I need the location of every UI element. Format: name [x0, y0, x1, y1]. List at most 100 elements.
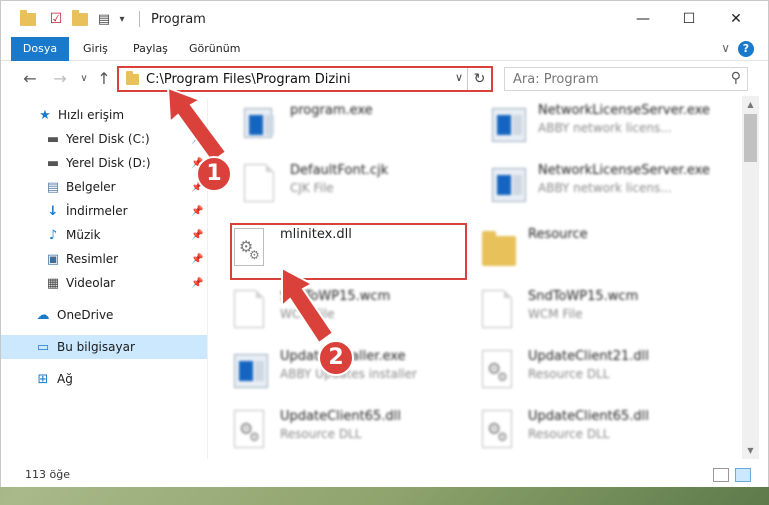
search-icon[interactable]: ⚲ [731, 70, 741, 86]
address-dropdown-icon[interactable]: ∨ [455, 71, 463, 84]
list-item[interactable]: ⚙ ⚙ UpdateClient21.dll Resource DLL [456, 344, 696, 400]
navigation-pane: ★ Hızlı erişim ▬ Yerel Disk (C:) 📌 ▬ Yer… [1, 99, 207, 459]
sidebar-item-videos[interactable]: ▦ Videolar 📌 [1, 271, 207, 295]
back-button[interactable]: ← [19, 68, 41, 90]
address-folder-icon [126, 71, 139, 85]
sidebar-item-pictures[interactable]: ▣ Resimler 📌 [1, 247, 207, 271]
sidebar-item-label: Bu bilgisayar [57, 340, 135, 354]
details-view-icon[interactable] [713, 468, 729, 482]
forward-button[interactable]: → [49, 68, 71, 90]
recent-locations-button[interactable]: ∨ [73, 68, 95, 90]
cloud-icon: ☁ [36, 307, 50, 323]
videos-icon: ▦ [46, 275, 60, 291]
dll-gear-icon: ⚙ ⚙ [234, 410, 268, 452]
scrollbar-thumb[interactable] [744, 114, 757, 162]
sidebar-item-onedrive[interactable]: ☁ OneDrive [1, 303, 207, 327]
window-title: Program [151, 12, 206, 27]
tab-file[interactable]: Dosya [11, 37, 69, 61]
tab-view[interactable]: Görünüm [177, 37, 252, 61]
file-desc: Resource DLL [528, 427, 610, 441]
sidebar-item-label: Yerel Disk (C:) [66, 132, 150, 146]
sidebar-item-label: Yerel Disk (D:) [66, 156, 151, 170]
pin-icon[interactable]: 📌 [191, 254, 203, 265]
sidebar-item-music[interactable]: ♪ Müzik 📌 [1, 223, 207, 247]
sidebar-item-this-pc[interactable]: ▭ Bu bilgisayar [1, 335, 207, 359]
sidebar-item-documents[interactable]: ▤ Belgeler 📌 [1, 175, 207, 199]
highlight-box [230, 223, 467, 280]
list-item[interactable]: ⚙ ⚙ UpdateClient65.dll Resource DLL [456, 404, 696, 459]
customize-qat-icon[interactable]: ▤ [95, 10, 113, 28]
list-item[interactable]: ⚙ ⚙ UpdateClient65.dll Resource DLL [208, 404, 448, 459]
pin-icon[interactable]: 📌 [191, 230, 203, 241]
file-name: UpdateClient65.dll [528, 409, 649, 424]
maximize-button[interactable]: ☐ [666, 1, 712, 37]
list-item[interactable]: Resource [456, 222, 696, 278]
file-name: SndToWP15.wcm [280, 289, 391, 304]
list-item[interactable]: NetworkLicenseServer.exe ABBY network li… [466, 158, 710, 214]
step-1-badge: 1 [196, 156, 232, 192]
file-name: program.exe [290, 103, 373, 118]
document-icon [244, 164, 278, 206]
file-name: UpdateClient21.dll [528, 349, 649, 364]
documents-icon: ▤ [46, 179, 60, 195]
help-button[interactable]: ? [738, 41, 754, 57]
list-item[interactable]: NetworkLicenseServer.exe ABBY network li… [466, 98, 710, 154]
sidebar-item-label: Müzik [66, 228, 101, 242]
list-item[interactable]: DefaultFont.cjk CJK File [218, 158, 458, 214]
address-path[interactable]: C:\Program Files\Program Dizini [146, 72, 351, 87]
qat-dropdown-icon[interactable]: ▾ [113, 10, 131, 28]
file-name: SndToWP15.wcm [528, 289, 639, 304]
list-item[interactable]: SndToWP15.wcm WCM File [208, 284, 448, 340]
sidebar-item-label: Ağ [57, 372, 73, 386]
file-desc: WCM File [528, 307, 583, 321]
file-desc: Resource DLL [528, 367, 610, 381]
address-bar[interactable]: C:\Program Files\Program Dizini ∨ ↻ [117, 66, 493, 92]
pin-icon[interactable]: 📌 [191, 278, 203, 289]
sidebar-item-network[interactable]: ⊞ Ağ [1, 367, 207, 391]
large-icons-view-icon[interactable] [735, 468, 751, 482]
app-icon [492, 164, 526, 206]
file-name: UpdateClient65.dll [280, 409, 401, 424]
sidebar-item-label: Hızlı erişim [58, 108, 125, 122]
tab-home[interactable]: Giriş [71, 37, 120, 61]
sidebar-item-local-disk-d[interactable]: ▬ Yerel Disk (D:) 📌 [1, 151, 207, 175]
document-icon [482, 290, 516, 332]
file-name: NetworkLicenseServer.exe [538, 163, 710, 178]
pin-icon[interactable]: 📌 [191, 134, 203, 145]
folder-icon [19, 9, 37, 28]
ribbon-tabs: Dosya Giriş Paylaş Görünüm ∨ ? [1, 37, 768, 61]
new-folder-icon[interactable] [71, 9, 89, 28]
properties-check-icon[interactable]: ☑ [47, 10, 65, 28]
document-icon [234, 290, 268, 332]
file-name: NetworkLicenseServer.exe [538, 103, 710, 118]
status-bar: 113 öğe [1, 463, 768, 487]
ribbon-collapse-icon[interactable]: ∨ [721, 41, 730, 55]
tab-share[interactable]: Paylaş [121, 37, 180, 61]
download-icon: ↓ [47, 203, 59, 219]
app-icon [492, 104, 526, 146]
sidebar-item-local-disk-c[interactable]: ▬ Yerel Disk (C:) 📌 [1, 127, 207, 151]
star-icon: ★ [39, 107, 51, 123]
step-2-badge: 2 [318, 340, 354, 376]
sidebar-item-quick-access[interactable]: ★ Hızlı erişim [1, 103, 207, 127]
sidebar-item-downloads[interactable]: ↓ İndirmeler 📌 [1, 199, 207, 223]
sidebar-item-label: Resimler [66, 252, 119, 266]
vertical-scrollbar[interactable]: ▲ ▼ [742, 96, 759, 459]
dll-gear-icon: ⚙ ⚙ [482, 410, 516, 452]
minimize-button[interactable]: — [620, 1, 666, 37]
file-name: Resource [528, 227, 588, 242]
close-button[interactable]: ✕ [713, 1, 759, 37]
title-bar: ☑ ▤ ▾ Program — ☐ ✕ [1, 1, 768, 37]
pin-icon[interactable]: 📌 [191, 206, 203, 217]
scroll-down-icon[interactable]: ▼ [742, 442, 759, 459]
sidebar-item-label: İndirmeler [66, 204, 128, 218]
up-button[interactable]: ↑ [93, 68, 115, 90]
list-item[interactable]: program.exe [218, 98, 458, 154]
search-input[interactable]: Ara: Program ⚲ [504, 67, 748, 91]
network-icon: ⊞ [37, 371, 49, 387]
scroll-up-icon[interactable]: ▲ [742, 96, 759, 113]
refresh-button[interactable]: ↻ [467, 68, 491, 90]
sidebar-item-label: OneDrive [57, 308, 114, 322]
music-icon: ♪ [48, 227, 58, 243]
list-item[interactable]: SndToWP15.wcm WCM File [456, 284, 696, 340]
